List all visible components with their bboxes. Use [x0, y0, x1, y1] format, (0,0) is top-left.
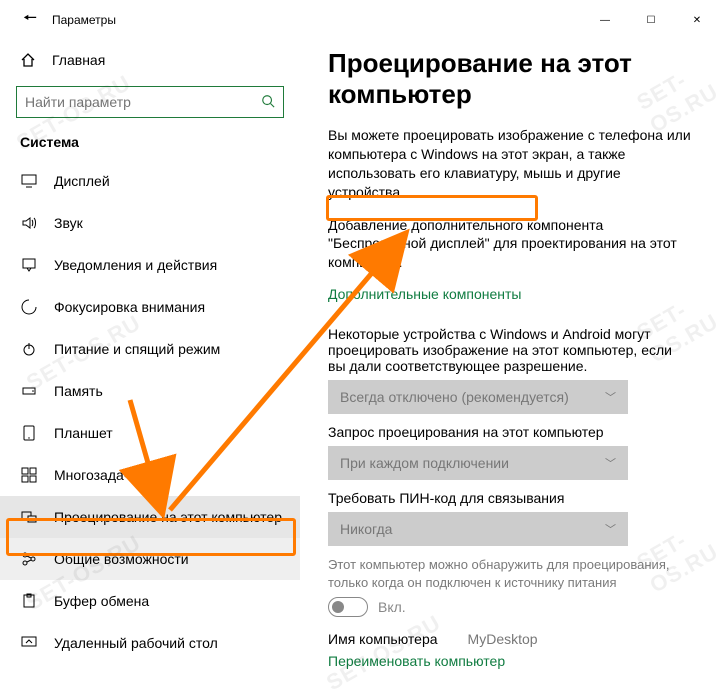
sidebar-item-remote[interactable]: Удаленный рабочий стол: [0, 622, 300, 664]
sidebar-item-focus[interactable]: Фокусировка внимания: [0, 286, 300, 328]
search-icon: [261, 94, 275, 111]
notifications-icon: [20, 257, 38, 273]
sidebar-item-clipboard[interactable]: Буфер обмена: [0, 580, 300, 622]
sidebar-home[interactable]: Главная: [0, 40, 300, 80]
sidebar-item-label: Уведомления и действия: [54, 257, 217, 273]
maximize-button[interactable]: ☐: [628, 4, 674, 36]
back-button[interactable]: 🠔: [12, 7, 48, 34]
chevron-down-icon: ﹀: [605, 389, 616, 405]
shared-icon: [20, 551, 38, 567]
clipboard-icon: [20, 593, 38, 609]
focus-icon: [20, 299, 38, 315]
sidebar-item-label: Память: [54, 383, 103, 399]
sidebar-item-label: Многозадачность: [54, 467, 167, 483]
multitask-icon: [20, 467, 38, 483]
projecting-icon: [20, 509, 38, 525]
power-icon: [20, 341, 38, 357]
chevron-down-icon: ﹀: [605, 455, 616, 471]
sidebar-item-label: Проецирование на этот компьютер: [54, 509, 282, 525]
optional-features-link[interactable]: Дополнительные компоненты: [328, 286, 522, 302]
setting1-label: Некоторые устройства с Windows и Android…: [328, 326, 692, 374]
chevron-down-icon: ﹀: [605, 521, 616, 537]
storage-icon: [20, 383, 38, 399]
sidebar-item-label: Дисплей: [54, 173, 110, 189]
home-icon: [20, 52, 36, 68]
remote-icon: [20, 635, 38, 651]
sidebar-item-notifications[interactable]: Уведомления и действия: [0, 244, 300, 286]
page-title: Проецирование на этот компьютер: [328, 48, 692, 110]
sidebar-item-projecting[interactable]: Проецирование на этот компьютер: [0, 496, 300, 538]
setting2-label: Запрос проецирования на этот компьютер: [328, 424, 692, 440]
sidebar-item-label: Удаленный рабочий стол: [54, 635, 218, 651]
add-component-text: Добавление дополнительного компонента "Б…: [328, 216, 692, 273]
sidebar-item-label: Фокусировка внимания: [54, 299, 205, 315]
sidebar-item-label: Планшет: [54, 425, 113, 441]
setting3-value: Никогда: [340, 521, 392, 537]
sidebar-item-storage[interactable]: Память: [0, 370, 300, 412]
pc-name-value: MyDesktop: [468, 631, 538, 647]
tablet-icon: [20, 425, 38, 441]
discover-note: Этот компьютер можно обнаружить для прое…: [328, 556, 692, 591]
sidebar-item-power[interactable]: Питание и спящий режим: [0, 328, 300, 370]
search-input[interactable]: [16, 86, 284, 118]
setting2-select[interactable]: При каждом подключении ﹀: [328, 446, 628, 480]
display-icon: [20, 173, 38, 189]
window-title: Параметры: [48, 13, 582, 27]
sidebar-home-label: Главная: [52, 52, 105, 68]
setting2-value: При каждом подключении: [340, 455, 509, 471]
sidebar-item-label: Буфер обмена: [54, 593, 149, 609]
sound-icon: [20, 215, 38, 231]
pc-name-label: Имя компьютера: [328, 631, 438, 647]
minimize-button[interactable]: —: [582, 4, 628, 36]
sidebar-item-sound[interactable]: Звук: [0, 202, 300, 244]
sidebar-item-label: Питание и спящий режим: [54, 341, 220, 357]
toggle-label: Вкл.: [378, 599, 406, 615]
sidebar-item-multitask[interactable]: Многозадачность: [0, 454, 300, 496]
sidebar-item-label: Общие возможности: [54, 551, 189, 567]
sidebar-item-display[interactable]: Дисплей: [0, 160, 300, 202]
sidebar: Главная Система Дисплей Звук Уведомлен: [0, 40, 300, 674]
close-button[interactable]: ✕: [674, 4, 720, 36]
rename-pc-link[interactable]: Переименовать компьютер: [328, 653, 505, 669]
content-pane: Проецирование на этот компьютер Вы может…: [300, 40, 720, 674]
sidebar-item-tablet[interactable]: Планшет: [0, 412, 300, 454]
sidebar-item-label: Звук: [54, 215, 83, 231]
discover-toggle[interactable]: [328, 597, 368, 617]
setting1-value: Всегда отключено (рекомендуется): [340, 389, 569, 405]
sidebar-section-title: Система: [0, 128, 300, 160]
setting3-label: Требовать ПИН-код для связывания: [328, 490, 692, 506]
sidebar-item-shared[interactable]: Общие возможности: [0, 538, 300, 580]
search-field[interactable]: [25, 94, 261, 110]
intro-text: Вы можете проецировать изображение с тел…: [328, 126, 692, 202]
setting3-select[interactable]: Никогда ﹀: [328, 512, 628, 546]
setting1-select[interactable]: Всегда отключено (рекомендуется) ﹀: [328, 380, 628, 414]
